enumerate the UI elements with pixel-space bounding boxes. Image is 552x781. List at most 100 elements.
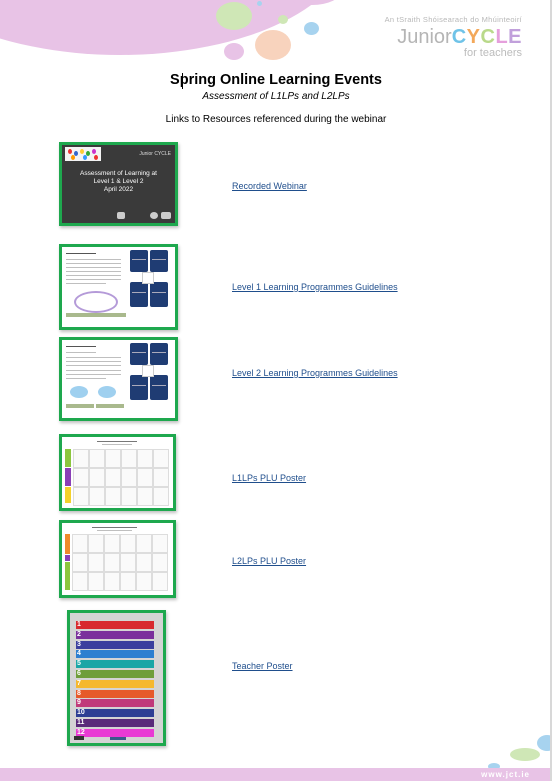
doc-line [66,370,121,371]
poster-card [89,468,105,487]
poster-card [153,468,169,487]
teacher-poster-thumbnail[interactable]: 1 2 3 4 5 6 7 8 9 10 11 12 [67,610,166,746]
l1-guidelines-thumbnail[interactable] [59,244,178,330]
poster-band: 1 [76,621,154,629]
poster-card [120,553,136,572]
poster-card [120,534,136,553]
l2lps-plu-poster-link[interactable]: L2LPs PLU Poster [232,556,306,566]
footer-bar [0,768,552,781]
doc-line [66,378,106,379]
thumb-logo: Junior CYCLE [139,151,171,157]
poster-card [121,468,137,487]
poster-band-number: 1 [77,621,81,628]
l1lps-plu-poster-thumbnail[interactable] [59,434,176,511]
l1-guidelines-link[interactable]: Level 1 Learning Programmes Guidelines [232,282,398,292]
doc-line [66,361,121,362]
doc-line [66,263,121,264]
text-cursor [182,73,183,89]
poster-band: 2 [76,630,154,639]
poster-card [137,468,153,487]
caption-bar [66,404,94,408]
logo-letter: L [495,26,509,48]
poster-card [89,487,105,506]
poster-band-number: 11 [77,719,85,726]
doc-line [66,352,96,353]
diagram-hub [70,386,88,398]
doc-line [66,283,106,284]
info-box [130,250,148,272]
doc-line [66,357,121,358]
harp-logo [117,212,125,219]
partner-logo [161,212,171,219]
l2-guidelines-link[interactable]: Level 2 Learning Programmes Guidelines [232,368,398,378]
poster-card [153,449,169,468]
poster-band-number: 9 [77,699,81,707]
poster-card [104,553,120,572]
logo-letter: E [508,26,522,48]
poster-subtitle [102,444,132,445]
poster-band-number: 10 [77,709,85,717]
poster-card [72,572,88,591]
intro-text[interactable]: Links to Resources referenced during the… [0,114,552,125]
poster-card [104,534,120,553]
poster-card [105,468,121,487]
poster-card [89,449,105,468]
poster-band: 3 [76,640,154,649]
poster-card [88,553,104,572]
logo-letter: C [451,26,467,48]
poster-card [88,534,104,553]
page-title[interactable]: Spring Online Learning Events [0,72,552,88]
poster-band: 4 [76,650,154,659]
poster-band-number: 5 [77,660,81,668]
logo-letter: C [480,26,496,48]
webinar-thumbnail[interactable]: Junior CYCLE Assessment of Learning at L… [59,142,178,226]
poster-band-number: 3 [77,640,81,648]
poster-card [104,572,120,591]
poster-card [72,534,88,553]
seal-logo [150,212,158,219]
logo-cycle: CYCLE [452,26,522,48]
poster-title [97,441,137,442]
section-tab-green [65,449,71,467]
l1lps-plu-poster-link[interactable]: L1LPs PLU Poster [232,473,306,483]
diagram-hub [98,386,116,398]
footer-url[interactable]: www.jct.ie [481,768,530,781]
poster-band: 12 [76,728,154,737]
poster-card [73,468,89,487]
poster-card [152,534,168,553]
decor-circle [257,1,262,6]
poster-band: 10 [76,709,154,718]
decor-circle [216,2,252,30]
decor-circle [278,15,288,24]
logo-wordmark: JuniorCYCLE [385,26,522,48]
poster-card [136,572,152,591]
info-box [130,375,148,400]
logo-letter: Y [466,26,481,48]
l2lps-plu-poster-thumbnail[interactable] [59,520,176,598]
poster-card [137,449,153,468]
doc-line [66,279,121,280]
poster-band-number: 6 [77,670,81,677]
poster-card [88,572,104,591]
info-box [150,282,168,307]
kids-art-image [65,147,101,161]
poster-band: 6 [76,670,154,678]
poster-card [121,487,137,506]
junior-cycle-logo: An tSraith Shóisearach do Mhúinteoirí Ju… [385,15,522,59]
poster-title [92,527,137,528]
logo-tagline: for teachers [463,47,522,59]
poster-card [136,553,152,572]
page-subtitle[interactable]: Assessment of L1LPs and L2LPs [0,91,552,102]
info-box [150,375,168,400]
recorded-webinar-link[interactable]: Recorded Webinar [232,181,307,191]
decor-circle [224,43,244,60]
poster-band-number: 7 [77,679,81,687]
l2-guidelines-thumbnail[interactable] [59,337,178,421]
poster-band-number: 4 [77,650,81,658]
info-box [130,282,148,307]
cc-badge [74,736,84,740]
poster-footer-logo [110,737,126,740]
teacher-poster-link[interactable]: Teacher Poster [232,661,293,671]
poster-card [72,553,88,572]
poster-card [105,487,121,506]
